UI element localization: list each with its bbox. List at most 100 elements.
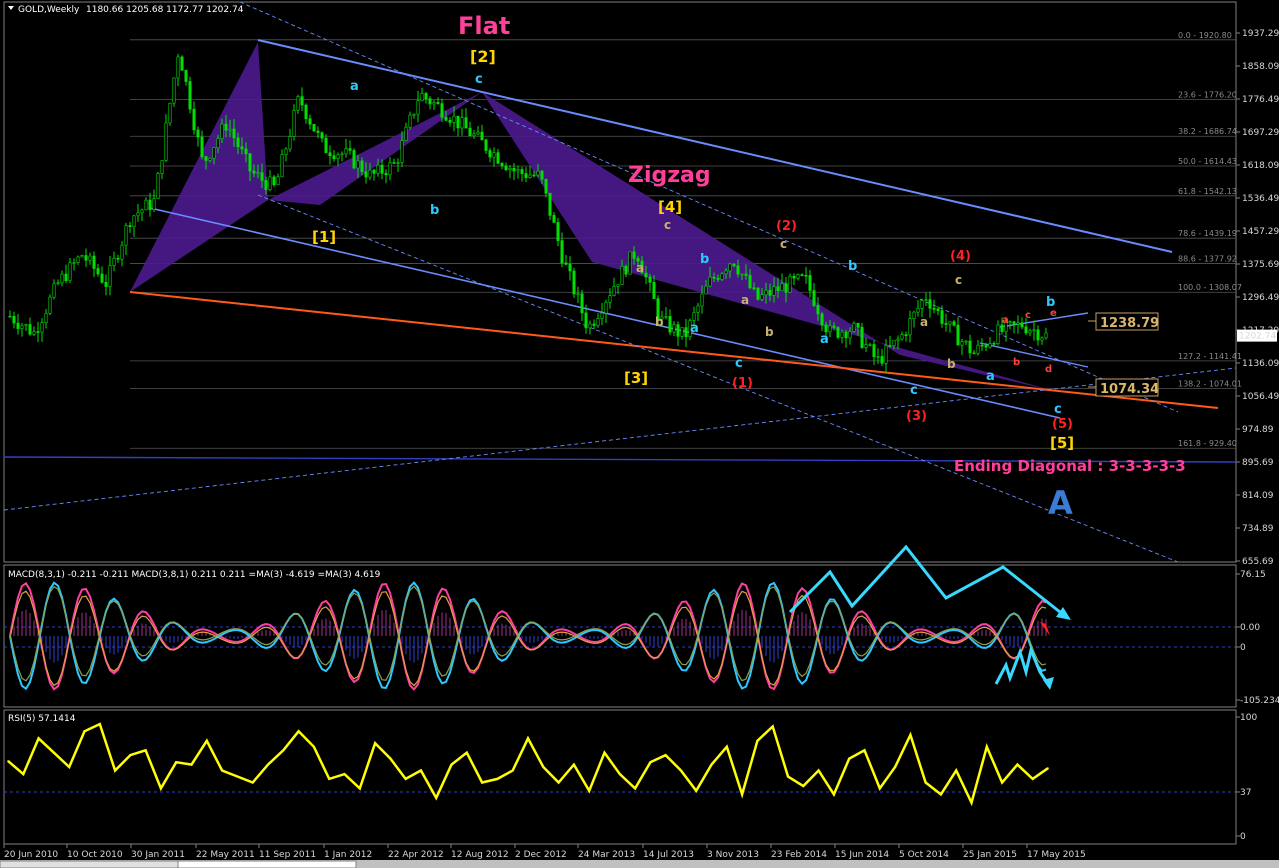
candle-body <box>424 93 428 99</box>
candle-body <box>164 122 168 161</box>
xtick-label: 22 May 2011 <box>196 850 255 860</box>
candle-body <box>272 176 276 186</box>
candle-body <box>184 70 188 82</box>
candle-body <box>44 313 48 323</box>
candle-body <box>868 344 872 346</box>
wave-label: (2) <box>776 219 797 234</box>
candle-body <box>792 275 796 279</box>
candle-body <box>132 215 136 227</box>
candle-body <box>112 257 116 266</box>
candle-body <box>812 290 816 306</box>
candle-body <box>768 289 772 296</box>
candle-body <box>236 137 240 148</box>
candle-body <box>804 274 808 277</box>
candle-body <box>412 113 416 116</box>
rsi-point <box>542 766 545 768</box>
candle-body <box>736 265 740 275</box>
rsi-panel <box>3 709 1237 845</box>
rsi-point <box>924 781 927 784</box>
candle-body <box>72 262 76 264</box>
wave-label: c <box>1025 310 1031 321</box>
rsi-point <box>22 773 25 775</box>
price-ytick-label: 814.09 <box>1242 491 1274 501</box>
candle-body <box>1020 322 1024 328</box>
rsi-point <box>649 761 652 764</box>
candle-body <box>468 127 472 137</box>
candle-body <box>788 275 792 293</box>
xtick-label: 3 Nov 2013 <box>707 850 759 860</box>
zigzag-label: Zigzag <box>628 163 711 188</box>
wave-label: b <box>765 325 774 339</box>
candle-body <box>752 287 756 290</box>
candle-body <box>268 176 272 190</box>
rsi-point <box>680 769 682 772</box>
rsi-point <box>833 793 835 796</box>
bottom-tab-active <box>177 860 357 868</box>
candle-body <box>404 126 408 141</box>
price-ytick-label: 1697.29 <box>1242 128 1279 138</box>
candle-body <box>400 140 404 163</box>
candle-body <box>560 240 564 264</box>
rsi-point <box>98 723 101 725</box>
candle-body <box>856 323 860 328</box>
rsi-point <box>955 769 958 772</box>
candle-body <box>604 301 608 314</box>
candle-body <box>356 160 360 169</box>
rsi-point <box>664 754 667 756</box>
rsi-point <box>1016 763 1019 766</box>
candle-body <box>364 171 368 178</box>
candle-body <box>960 341 964 346</box>
rsi-point <box>817 769 820 772</box>
candle-body <box>748 275 752 289</box>
candle-body <box>776 286 780 291</box>
candle-body <box>64 273 68 282</box>
candle-body <box>756 287 760 300</box>
candle-body <box>780 283 784 291</box>
candle-body <box>596 318 600 326</box>
candle-body <box>592 323 596 326</box>
candle-body <box>1008 321 1012 323</box>
price-ytick-label: 974.89 <box>1242 425 1274 435</box>
lower-price-label: 1074.34 <box>1100 382 1159 397</box>
rsi-point <box>68 766 70 768</box>
candle-body <box>1040 337 1044 341</box>
candle-body <box>264 180 268 190</box>
price-ytick-label: 1776.49 <box>1242 95 1279 105</box>
rsi-title: RSI(5) 57.1414 <box>8 714 76 724</box>
candle-body <box>12 316 16 324</box>
candle-body <box>432 102 436 105</box>
wave-label: (5) <box>1052 417 1073 432</box>
rsi-point <box>236 775 239 778</box>
ending-diagonal-label: Ending Diagonal : 3-3-3-3-3 <box>954 457 1186 475</box>
fib-level-label: 88.6 - 1377.92 <box>1178 254 1237 263</box>
wave-label: [5] <box>1050 434 1074 452</box>
candle-body <box>732 263 736 267</box>
price-ytick-label: 1858.09 <box>1242 62 1279 72</box>
candle-body <box>532 174 536 177</box>
candle-body <box>152 198 156 210</box>
candle-body <box>972 352 976 355</box>
candle-body <box>380 164 384 174</box>
candle-body <box>324 137 328 154</box>
candle-body <box>920 300 924 309</box>
rsi-point <box>389 757 392 760</box>
rsi-point <box>190 763 193 766</box>
candle-body <box>824 324 828 333</box>
candle-body <box>492 152 496 158</box>
rsi-point <box>37 737 40 740</box>
candle-body <box>8 315 12 318</box>
candle-body <box>916 308 920 313</box>
candle-body <box>140 209 144 214</box>
candle-body <box>612 286 616 296</box>
candle-body <box>460 117 464 129</box>
candle-body <box>144 199 148 211</box>
rsi-point <box>496 778 499 780</box>
candle-body <box>1044 332 1048 339</box>
macd-ytick-label: -105.234 <box>1240 696 1279 706</box>
candle-body <box>16 322 20 329</box>
xtick-label: 24 Mar 2013 <box>578 850 635 860</box>
price-ytick-label: 655.69 <box>1242 557 1274 567</box>
candle-body <box>56 282 60 285</box>
candle-body <box>784 283 788 293</box>
candle-body <box>908 318 912 336</box>
